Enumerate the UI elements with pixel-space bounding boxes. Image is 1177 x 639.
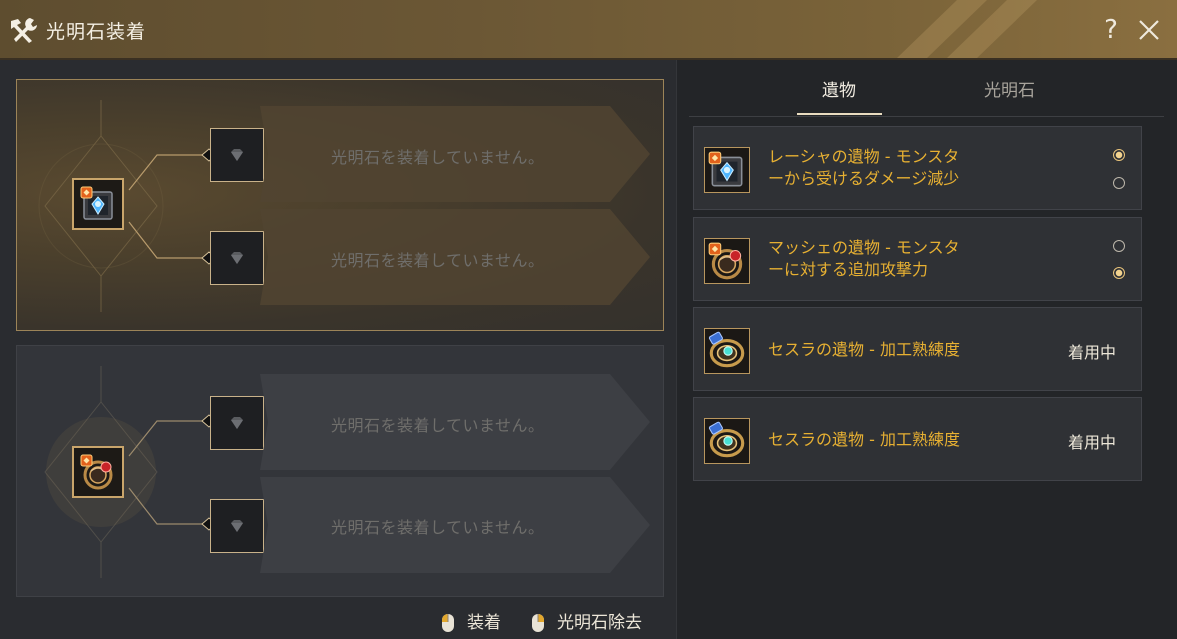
close-icon[interactable] [1136, 16, 1162, 44]
relic-name-line2: ーに対する追加攻撃力 [768, 260, 929, 279]
rasha-relic-icon [705, 148, 749, 192]
equip-hint: 装着 [441, 608, 501, 633]
tools-icon [11, 18, 37, 43]
stone-socket-2-2[interactable] [210, 499, 264, 553]
empty-stone-text-1-1: 光明石を装着していません。 [331, 148, 545, 167]
option-radio-2[interactable] [1113, 177, 1125, 189]
window-title: 光明石装着 [46, 21, 147, 43]
relic-name-line2: ーから受けるダメージ減少 [768, 169, 960, 188]
list-item[interactable]: マッシェの遺物 - モンスタ ーに対する追加攻撃力 [693, 217, 1142, 301]
tab-lightstones[interactable]: 光明石 [984, 76, 1035, 101]
equip-hint-label: 装着 [467, 613, 501, 633]
stone-socket-2-1[interactable] [210, 396, 264, 450]
relic-name-line1: マッシェの遺物 - モンスタ [768, 238, 960, 257]
list-item[interactable]: レーシャの遺物 - モンスタ ーから受けるダメージ減少 [693, 126, 1142, 210]
rasha-relic-icon [77, 183, 119, 225]
lightstone-equip-window: 光明石装着 ? 光明石を装着していません。 光明石を装着していません。 光明石を… [0, 0, 1177, 639]
mouse-left-click-icon [441, 613, 455, 633]
option-radio-1[interactable] [1113, 149, 1125, 161]
empty-stone-text-1-2: 光明石を装着していません。 [331, 251, 545, 270]
relic-icon-frame [704, 238, 750, 284]
relic-name: レーシャの遺物 - モンスタ ーから受けるダメージ減少 [768, 146, 1008, 190]
list-item[interactable]: セスラの遺物 - 加工熟練度 着用中 [693, 397, 1142, 481]
mashe-relic-icon [77, 451, 119, 493]
relic-list-panel: 遺物 光明石 レーシャの遺物 - モンスタ ーから受けるダメージ減少 マッシェの… [676, 60, 1177, 639]
relic-name: マッシェの遺物 - モンスタ ーに対する追加攻撃力 [768, 237, 1008, 281]
equipped-relic-slot-2[interactable] [72, 446, 124, 498]
equipped-relic-slot-1[interactable] [72, 178, 124, 230]
option-radio-1[interactable] [1113, 240, 1125, 252]
gem-icon [227, 413, 247, 433]
sesla-relic-icon [705, 419, 749, 463]
relic-icon-frame [704, 328, 750, 374]
empty-stone-text-2-1: 光明石を装着していません。 [331, 416, 545, 435]
option-radio-2[interactable] [1113, 267, 1125, 279]
gem-icon [227, 145, 247, 165]
active-tab-indicator [797, 113, 882, 115]
sesla-relic-icon [705, 329, 749, 373]
tab-relics[interactable]: 遺物 [822, 76, 856, 101]
gem-icon [227, 516, 247, 536]
mashe-relic-icon [705, 239, 749, 283]
stone-socket-1-1[interactable] [210, 128, 264, 182]
list-item[interactable]: セスラの遺物 - 加工熟練度 着用中 [693, 307, 1142, 391]
stone-socket-1-2[interactable] [210, 231, 264, 285]
equipped-status: 着用中 [1068, 343, 1117, 362]
equipped-status: 着用中 [1068, 433, 1117, 452]
title-bar-decoration [897, 0, 1037, 58]
relic-name: セスラの遺物 - 加工熟練度 [768, 340, 960, 359]
relic-name-line1: レーシャの遺物 - モンスタ [768, 147, 960, 166]
relic-name: セスラの遺物 - 加工熟練度 [768, 430, 960, 449]
tab-divider [689, 116, 1164, 117]
empty-stone-text-2-2: 光明石を装着していません。 [331, 518, 545, 537]
help-button[interactable]: ? [1100, 15, 1122, 45]
relic-icon-frame [704, 418, 750, 464]
gem-icon [227, 248, 247, 268]
remove-hint-label: 光明石除去 [557, 613, 642, 633]
relic-icon-frame [704, 147, 750, 193]
remove-hint: 光明石除去 [531, 608, 642, 633]
title-bar: 光明石装着 ? [0, 0, 1177, 60]
mouse-right-click-icon [531, 613, 545, 633]
